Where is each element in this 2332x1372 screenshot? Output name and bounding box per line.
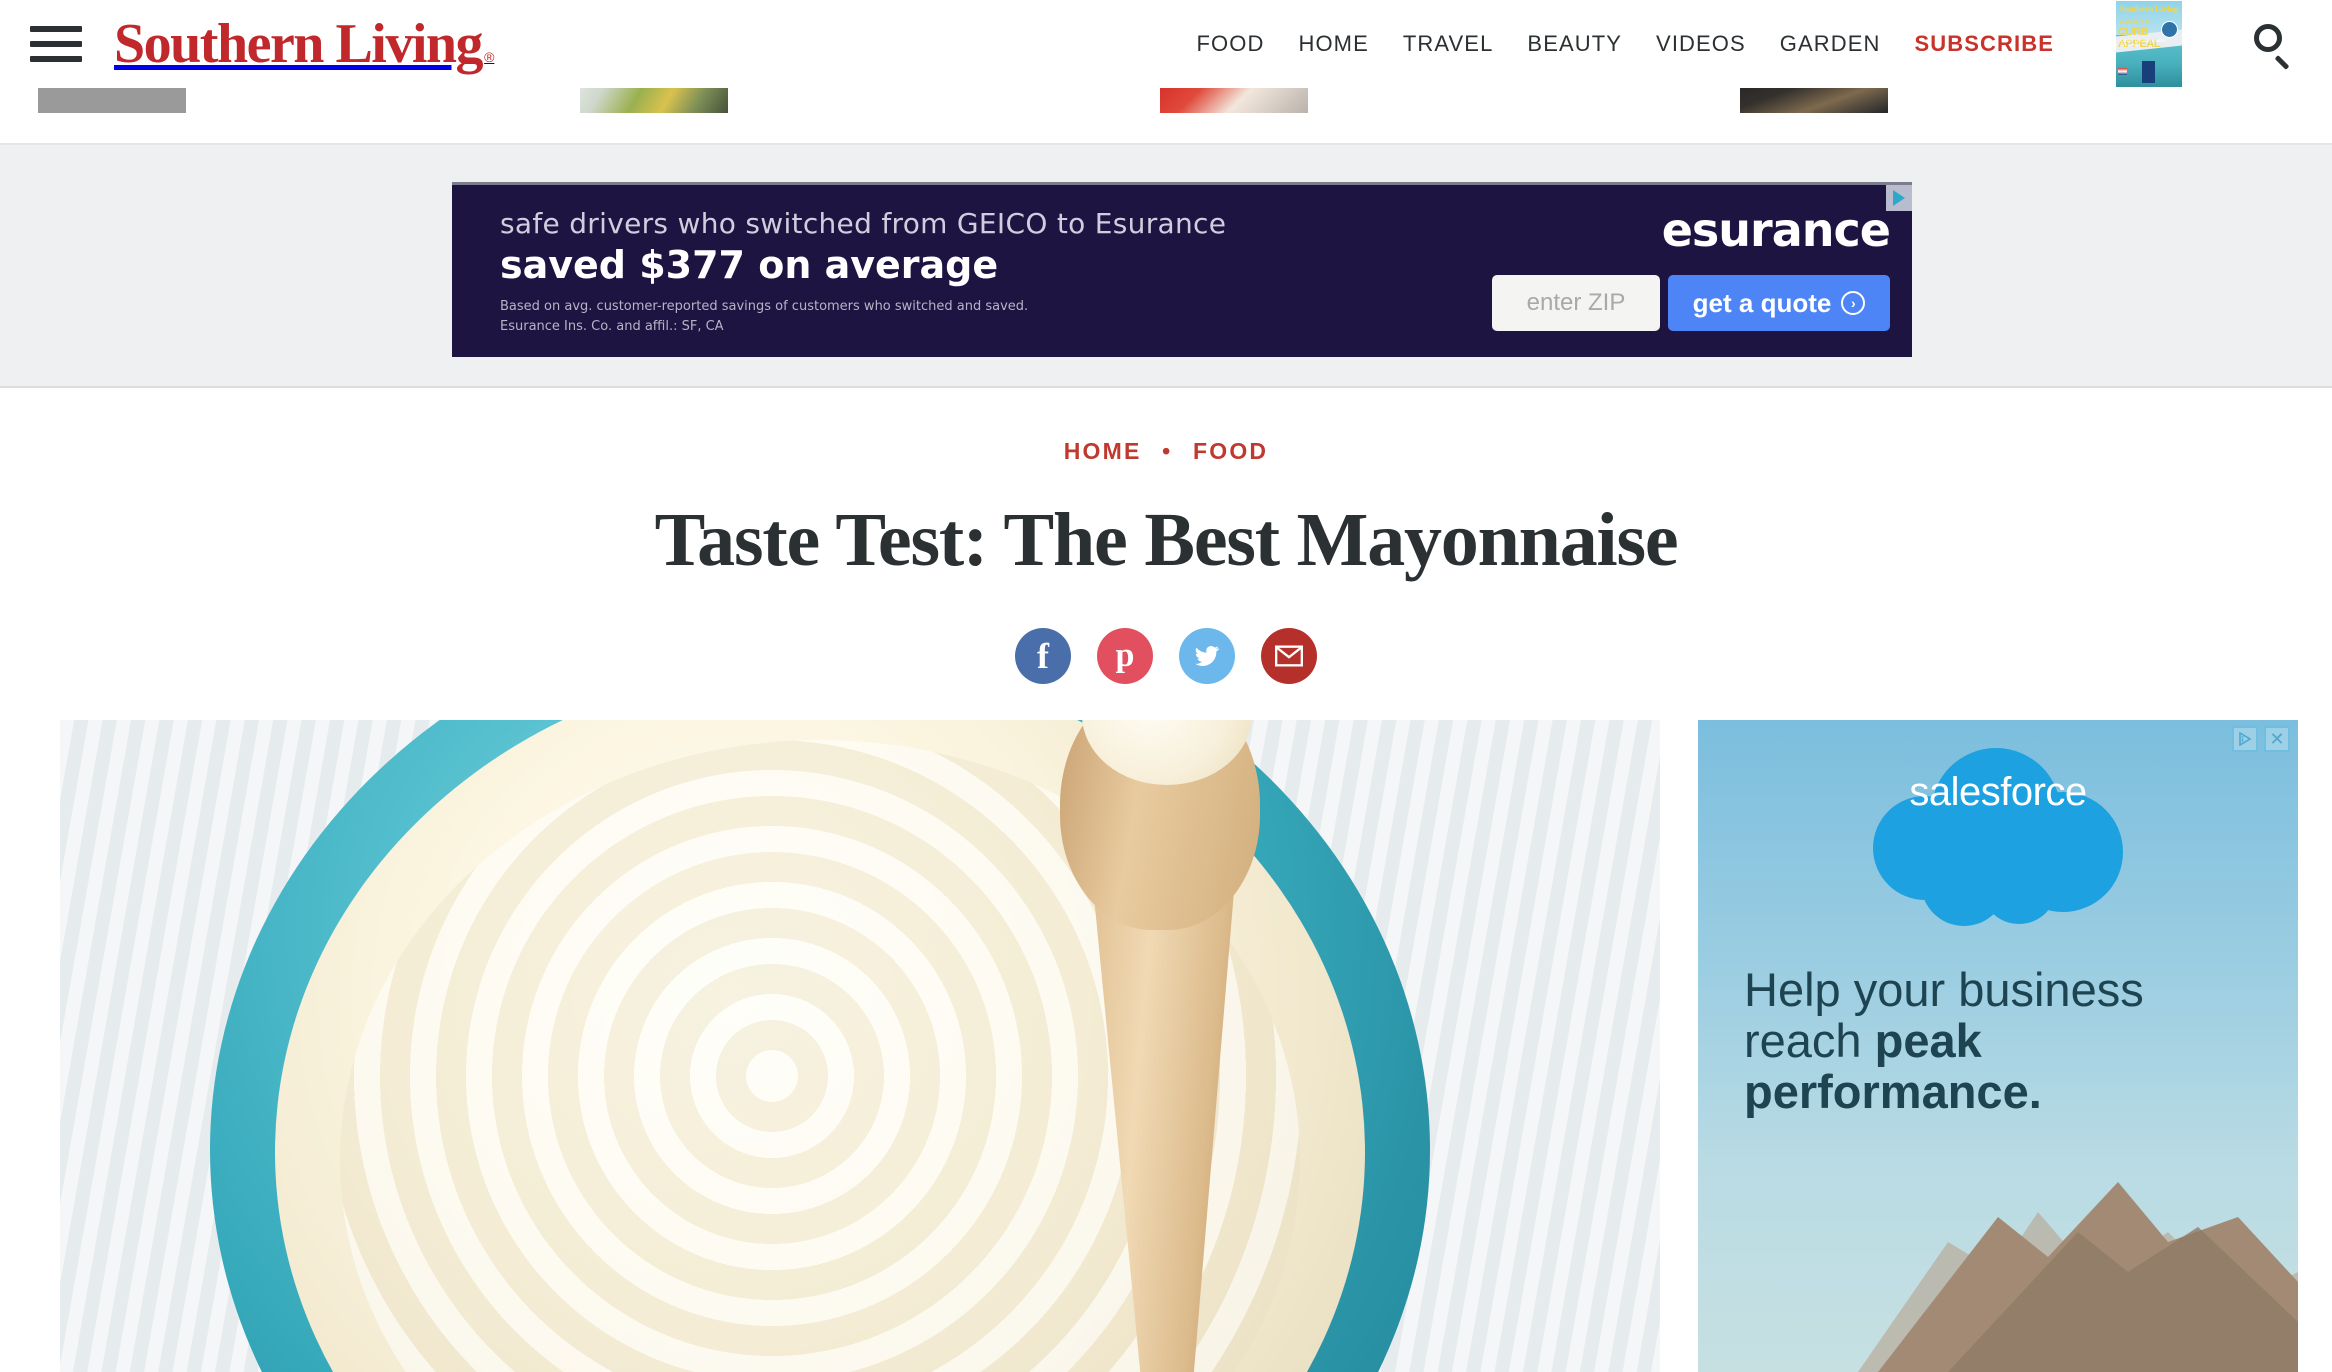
magazine-seal-badge — [2161, 21, 2178, 38]
close-icon[interactable]: ✕ — [2264, 726, 2290, 752]
article-header: HOME • FOOD Taste Test: The Best Mayonna… — [0, 390, 2332, 684]
ad-disclaimer: Based on avg. customer-reported savings … — [500, 297, 1028, 337]
nav-item-home[interactable]: HOME — [1298, 31, 1368, 57]
registered-trademark-icon: ® — [484, 49, 495, 65]
search-handle — [2274, 55, 2290, 70]
nav-item-subscribe[interactable]: SUBSCRIBE — [1915, 31, 2054, 57]
ad-line-2: saved $377 on average — [500, 243, 999, 287]
twitter-bird-glyph — [1195, 646, 1219, 667]
nav-item-beauty[interactable]: BEAUTY — [1527, 31, 1622, 57]
arrow-right-icon: › — [1841, 291, 1866, 315]
site-logo[interactable]: Southern Living ® — [114, 16, 494, 72]
main-nav: FOOD HOME TRAVEL BEAUTY VIDEOS GARDEN SU… — [1197, 1, 2332, 87]
adchoices-triangle — [1893, 190, 1905, 206]
ad-controls: ✕ — [2232, 726, 2290, 752]
magazine-kicker: 10 SECRETS OF — [2119, 19, 2151, 24]
hamburger-bar — [30, 56, 82, 62]
magazine-flag-art — [2118, 68, 2127, 75]
nav-item-garden[interactable]: GARDEN — [1780, 31, 1881, 57]
mountain-illustration — [1698, 1182, 2298, 1372]
pinterest-share-icon[interactable]: p — [1097, 628, 1153, 684]
nav-item-food[interactable]: FOOD — [1197, 31, 1265, 57]
site-logo-text: Southern Living — [114, 13, 484, 75]
nav-item-travel[interactable]: TRAVEL — [1403, 31, 1494, 57]
site-header: Southern Living ® FOOD HOME TRAVEL BEAUT… — [0, 0, 2332, 88]
zip-input[interactable]: enter ZIP — [1492, 275, 1660, 331]
magazine-subhead: EXPERT TIPS FOR A WARM WELCOME — [2120, 39, 2166, 47]
ad-disclaimer-line-1: Based on avg. customer-reported savings … — [500, 299, 1029, 314]
salesforce-wordmark: salesforce — [1909, 770, 2087, 814]
facebook-share-icon[interactable]: f — [1015, 628, 1071, 684]
breadcrumb-separator: • — [1162, 438, 1173, 464]
search-icon[interactable] — [2252, 22, 2296, 70]
pinterest-glyph: p — [1115, 637, 1135, 674]
ad-brand-logo: esurance — [1661, 203, 1891, 257]
nav-item-videos[interactable]: VIDEOS — [1656, 31, 1746, 57]
breadcrumb-item-home[interactable]: HOME — [1064, 438, 1142, 464]
right-rail: ✕ salesforce Help your business reach pe… — [1698, 720, 2298, 1372]
magazine-title: Southern Living — [2119, 4, 2179, 14]
share-buttons: f p — [0, 628, 2332, 684]
magazine-door-art — [2142, 61, 2155, 83]
adchoices-icon[interactable] — [2232, 726, 2258, 752]
magazine-cover-thumbnail[interactable]: Southern Living 10 SECRETS OF CURB APPEA… — [2116, 1, 2182, 87]
get-a-quote-button[interactable]: get a quote › — [1668, 275, 1890, 331]
breadcrumb: HOME • FOOD — [0, 390, 2332, 465]
twitter-share-icon[interactable] — [1179, 628, 1235, 684]
cloud-blob — [1981, 848, 2057, 924]
page-title: Taste Test: The Best Mayonnaise — [654, 498, 1679, 582]
hamburger-bar — [30, 41, 82, 47]
salesforce-cloud-logo: salesforce — [1873, 748, 2123, 938]
get-a-quote-label: get a quote — [1692, 287, 1832, 318]
search-lens — [2254, 24, 2282, 52]
salesforce-display-ad[interactable]: ✕ salesforce Help your business reach pe… — [1698, 720, 2298, 1372]
hero-image — [60, 720, 1660, 1372]
ad-headline: Help your business reach peak performanc… — [1744, 964, 2268, 1117]
breadcrumb-item-food[interactable]: FOOD — [1193, 438, 1268, 464]
hamburger-icon[interactable] — [30, 24, 82, 64]
facebook-glyph: f — [1037, 636, 1049, 676]
ad-line-1: safe drivers who switched from GEICO to … — [500, 207, 1227, 240]
article-body-row: ✕ salesforce Help your business reach pe… — [0, 720, 2332, 1372]
email-share-icon[interactable] — [1261, 628, 1317, 684]
envelope-glyph — [1275, 645, 1303, 667]
leaderboard-ad-band: safe drivers who switched from GEICO to … — [0, 145, 2332, 388]
hamburger-bar — [30, 26, 82, 32]
esurance-banner-ad[interactable]: safe drivers who switched from GEICO to … — [452, 182, 1912, 357]
adchoices-triangle — [2239, 732, 2252, 746]
ad-disclaimer-line-2: Esurance Ins. Co. and affil.: SF, CA — [500, 319, 724, 335]
adchoices-icon[interactable] — [1886, 185, 1912, 211]
